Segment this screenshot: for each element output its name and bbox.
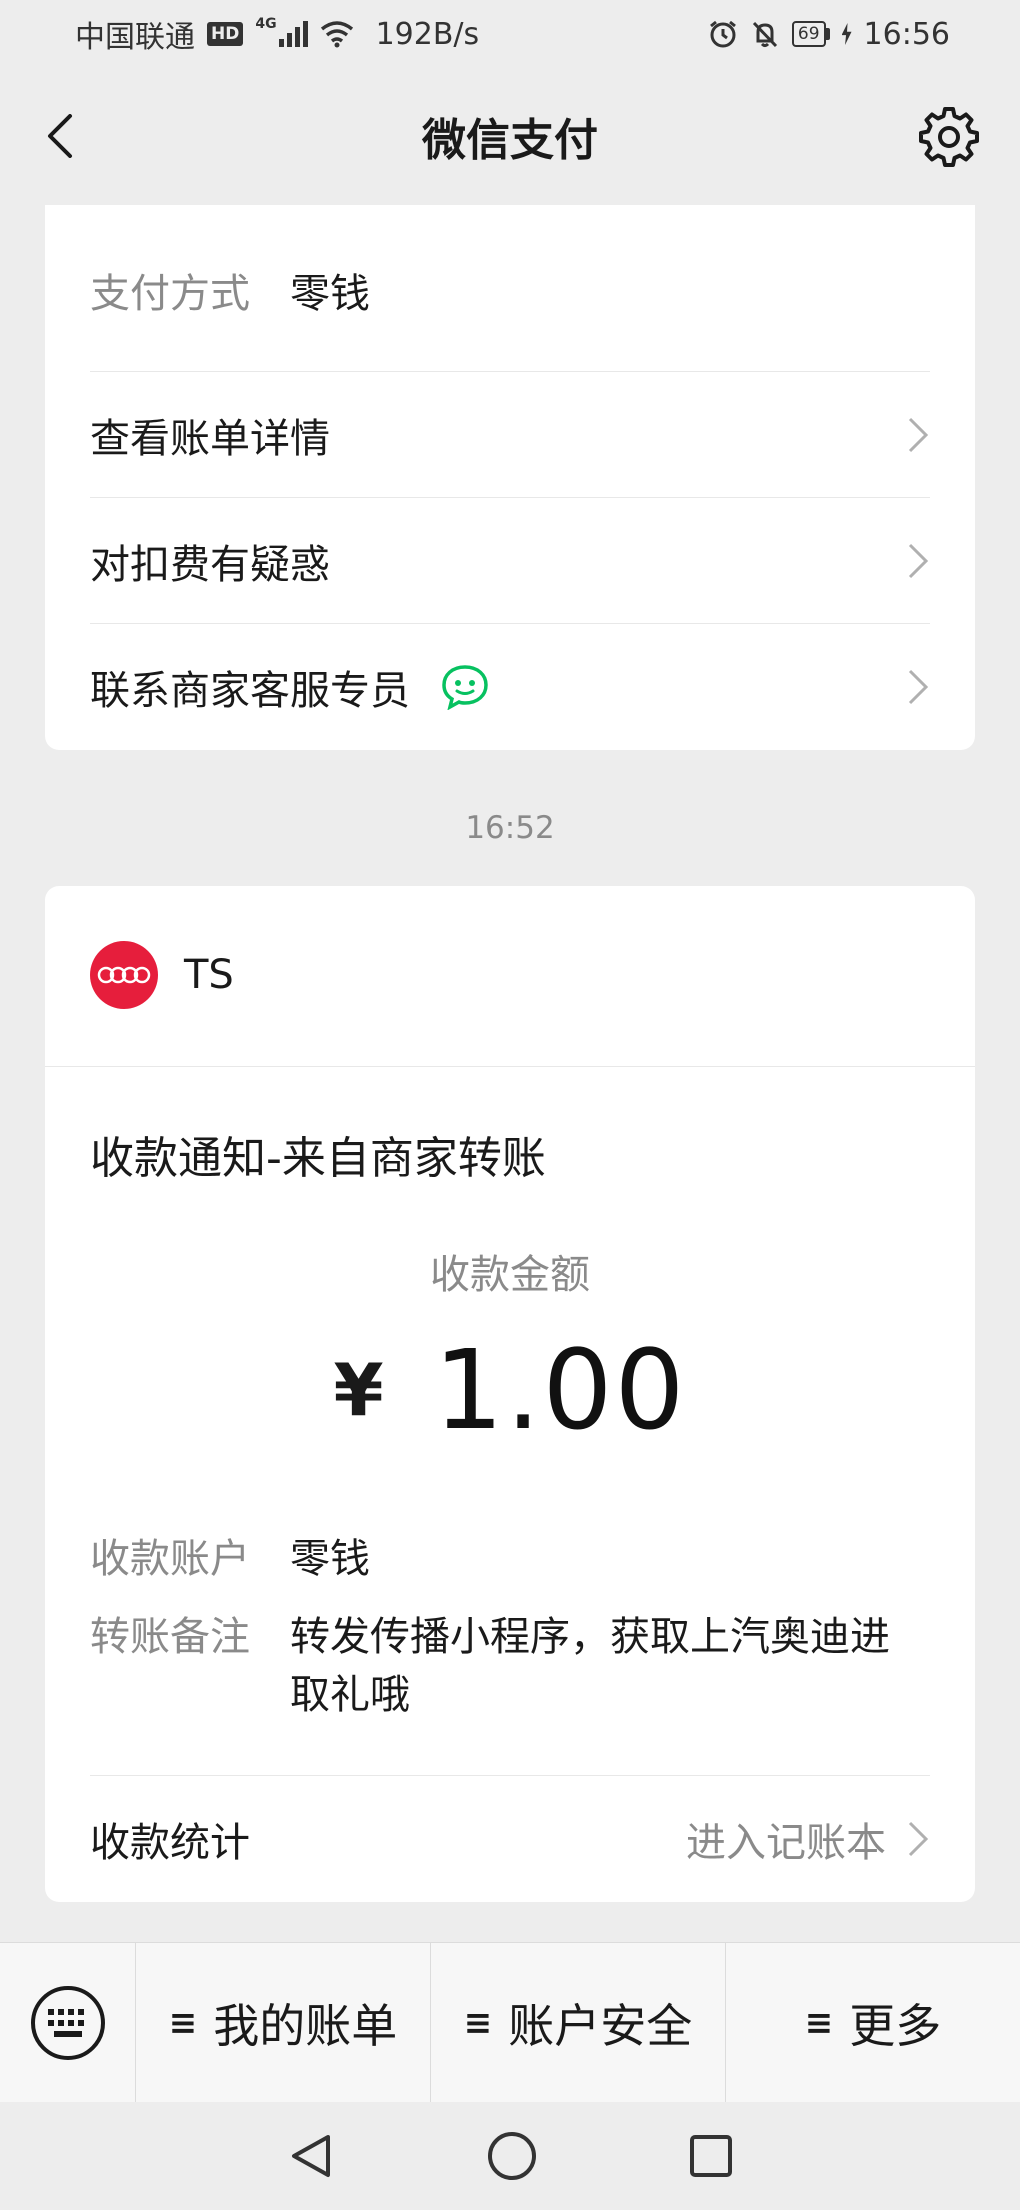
divider: [45, 1066, 975, 1067]
menu-lines-icon: ≡: [463, 2002, 493, 2043]
payment-method-value: 零钱: [290, 271, 370, 317]
billing-question-label: 对扣费有疑惑: [90, 541, 330, 588]
bottom-menu-bar: ≡ 我的账单 ≡ 账户安全 ≡ 更多: [0, 1942, 1020, 2102]
notice-title: 收款通知-来自商家转账: [90, 1133, 546, 1184]
menu-lines-icon: ≡: [168, 2002, 198, 2043]
menu-label: 我的账单: [213, 1998, 398, 2053]
view-bill-detail-label: 查看账单详情: [90, 415, 330, 462]
account-label: 收款账户: [90, 1536, 250, 1582]
clock: 16:56: [863, 16, 950, 52]
back-arrow-icon[interactable]: [40, 114, 84, 158]
network-type: 4G: [255, 16, 277, 32]
remark-line: 取礼哦: [290, 1672, 410, 1718]
billing-question-link[interactable]: 对扣费有疑惑: [90, 497, 930, 623]
status-bar: 中国联通 HD 4G 192B/s 69 16:56: [0, 0, 1020, 68]
alarm-icon: [709, 20, 736, 48]
page-title: 微信支付: [422, 115, 598, 166]
gear-icon[interactable]: [918, 105, 980, 167]
account-security-menu-button[interactable]: ≡ 账户安全: [430, 1943, 725, 2102]
chevron-right-icon: [908, 543, 929, 578]
recents-square-icon[interactable]: [688, 2133, 734, 2179]
menu-label: 账户安全: [508, 1998, 693, 2053]
network-speed: 192B/s: [375, 16, 480, 52]
signal-icon: [278, 21, 308, 47]
contact-merchant-link[interactable]: 联系商家客服专员: [90, 623, 930, 749]
receipt-stats-row[interactable]: 收款统计 进入记账本: [90, 1775, 930, 1901]
amount-display: ¥ 1.00: [45, 1326, 975, 1454]
payment-detail-card: 支付方式 零钱 查看账单详情 对扣费有疑惑 联系商家客服专员: [45, 205, 975, 750]
carrier-name: 中国联通: [75, 20, 195, 55]
chevron-right-icon: [908, 1821, 929, 1856]
keyboard-icon: [30, 1985, 105, 2060]
payment-method-label: 支付方式: [90, 271, 250, 317]
message-timestamp: 16:52: [465, 810, 555, 846]
my-bills-menu-button[interactable]: ≡ 我的账单: [136, 1943, 430, 2102]
more-menu-button[interactable]: ≡ 更多: [725, 1943, 1020, 2102]
charging-icon: [841, 23, 852, 45]
remark-line: 转发传播小程序，获取上汽奥迪进: [290, 1614, 890, 1660]
battery-icon: 69: [791, 21, 830, 47]
remark-label: 转账备注: [90, 1614, 250, 1660]
merchant-logo: [90, 941, 158, 1009]
back-triangle-icon[interactable]: [286, 2131, 336, 2181]
home-circle-icon[interactable]: [486, 2130, 538, 2182]
stats-label: 收款统计: [90, 1819, 250, 1866]
menu-lines-icon: ≡: [804, 2002, 834, 2043]
battery-level: 69: [791, 21, 826, 47]
nav-bar: 微信支付: [0, 68, 1020, 204]
merchant-name: TS: [184, 952, 234, 998]
amount-value: 1.00: [433, 1326, 687, 1454]
chevron-right-icon: [908, 669, 929, 704]
rings-logo-icon: [97, 966, 151, 984]
currency-symbol: ¥: [333, 1348, 384, 1432]
payment-method-row: 支付方式 零钱: [90, 205, 930, 375]
mute-bell-icon: [752, 21, 777, 48]
account-row: 收款账户 零钱: [90, 1530, 930, 1588]
system-nav-bar: [0, 2102, 1020, 2210]
account-value: 零钱: [290, 1536, 370, 1582]
keyboard-toggle-button[interactable]: [0, 1943, 136, 2102]
amount-label: 收款金额: [430, 1252, 590, 1298]
wifi-icon: [320, 21, 353, 48]
chevron-right-icon: [908, 417, 929, 452]
remark-value: 转发传播小程序，获取上汽奥迪进 取礼哦: [290, 1608, 890, 1724]
contact-merchant-label: 联系商家客服专员: [90, 667, 410, 714]
menu-label: 更多: [849, 1998, 942, 2053]
open-ledger-link[interactable]: 进入记账本: [686, 1810, 886, 1868]
hd-badge: HD: [207, 22, 244, 46]
view-bill-detail-link[interactable]: 查看账单详情: [90, 371, 930, 497]
receipt-notification-card: TS 收款通知-来自商家转账 收款金额 ¥ 1.00 收款账户 零钱 转账备注 …: [45, 886, 975, 1902]
chat-bubble-icon: [442, 664, 488, 710]
remark-row: 转账备注 转发传播小程序，获取上汽奥迪进 取礼哦: [90, 1608, 930, 1724]
merchant-header[interactable]: TS: [90, 941, 234, 1009]
